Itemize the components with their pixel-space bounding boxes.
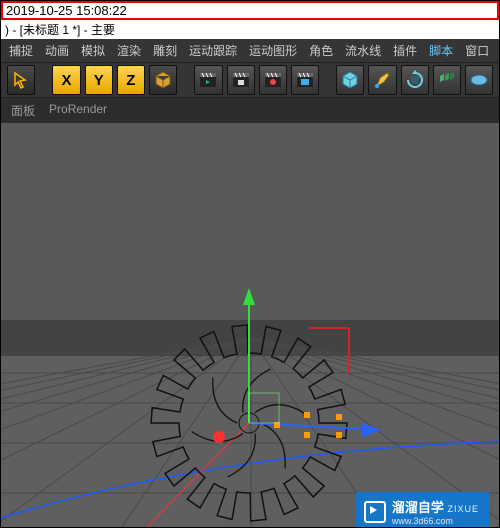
watermark-text-box: 溜溜自学 ZIXUE www.3d66.com bbox=[392, 497, 479, 526]
toolbar-divider bbox=[39, 66, 48, 94]
viewport-canvas bbox=[1, 123, 499, 528]
title-text: ) - [未标题 1 *] - 主要 bbox=[5, 23, 115, 37]
axis-y-button[interactable]: Y bbox=[85, 65, 113, 95]
menu-bar: 捕捉动画模拟渲染雕刻运动跟踪运动图形角色流水线插件脚本窗口 bbox=[1, 39, 499, 62]
axis-z-button[interactable]: Z bbox=[117, 65, 145, 95]
disc-icon bbox=[469, 70, 489, 90]
arrow-icon bbox=[12, 71, 30, 89]
toolbar-divider bbox=[181, 66, 190, 94]
menu-item-8[interactable]: 流水线 bbox=[345, 42, 381, 59]
clapper-icon bbox=[263, 70, 283, 90]
main-toolbar: X Y Z bbox=[1, 62, 499, 98]
tab-prorender[interactable]: ProRender bbox=[49, 102, 107, 119]
clapper-3[interactable] bbox=[259, 65, 287, 95]
clapper-4[interactable] bbox=[291, 65, 319, 95]
menu-item-4[interactable]: 雕刻 bbox=[153, 42, 177, 59]
toolbar-divider bbox=[323, 66, 332, 94]
menu-item-1[interactable]: 动画 bbox=[45, 42, 69, 59]
menu-item-9[interactable]: 插件 bbox=[393, 42, 417, 59]
clapper-icon bbox=[198, 70, 218, 90]
viewport-tabs: 面板 ProRender bbox=[1, 98, 499, 123]
tab-panel[interactable]: 面板 bbox=[11, 102, 35, 119]
menu-item-0[interactable]: 捕捉 bbox=[9, 42, 33, 59]
menu-item-5[interactable]: 运动跟踪 bbox=[189, 42, 237, 59]
clapper-icon bbox=[295, 70, 315, 90]
select-tool[interactable] bbox=[7, 65, 35, 95]
menu-item-7[interactable]: 角色 bbox=[309, 42, 333, 59]
watermark-sub: ZIXUE bbox=[447, 504, 479, 514]
timestamp-box: 2019-10-25 15:08:22 bbox=[1, 1, 499, 20]
menu-item-10[interactable]: 脚本 bbox=[429, 42, 453, 59]
window-title: ) - [未标题 1 *] - 主要 bbox=[1, 20, 499, 39]
cube-icon bbox=[153, 70, 173, 90]
app-root: 2019-10-25 15:08:22 ) - [未标题 1 *] - 主要 捕… bbox=[0, 0, 500, 528]
watermark-url: www.3d66.com bbox=[392, 516, 479, 526]
viewport-3d[interactable]: 溜溜自学 ZIXUE www.3d66.com bbox=[1, 123, 499, 528]
menu-item-6[interactable]: 运动图形 bbox=[249, 42, 297, 59]
menu-item-3[interactable]: 渲染 bbox=[117, 42, 141, 59]
clapper-icon bbox=[231, 70, 251, 90]
clapper-2[interactable] bbox=[227, 65, 255, 95]
cube-primitive-button[interactable] bbox=[336, 65, 364, 95]
menu-item-2[interactable]: 模拟 bbox=[81, 42, 105, 59]
pen-icon bbox=[373, 70, 393, 90]
watermark-text: 溜溜自学 bbox=[392, 500, 444, 515]
rotate-icon bbox=[405, 70, 425, 90]
world-cube-button[interactable] bbox=[149, 65, 177, 95]
menu-item-11[interactable]: 窗口 bbox=[465, 42, 489, 59]
clapper-1[interactable] bbox=[194, 65, 222, 95]
play-icon bbox=[364, 501, 386, 523]
pen-tool-button[interactable] bbox=[368, 65, 396, 95]
rotate-tool-button[interactable] bbox=[401, 65, 429, 95]
axis-x-button[interactable]: X bbox=[52, 65, 80, 95]
watermark-badge: 溜溜自学 ZIXUE www.3d66.com bbox=[356, 492, 489, 528]
disc-tool-button[interactable] bbox=[465, 65, 493, 95]
array-icon bbox=[437, 70, 457, 90]
timestamp-text: 2019-10-25 15:08:22 bbox=[6, 3, 127, 18]
array-tool-button[interactable] bbox=[433, 65, 461, 95]
cube-primitive-icon bbox=[340, 70, 360, 90]
